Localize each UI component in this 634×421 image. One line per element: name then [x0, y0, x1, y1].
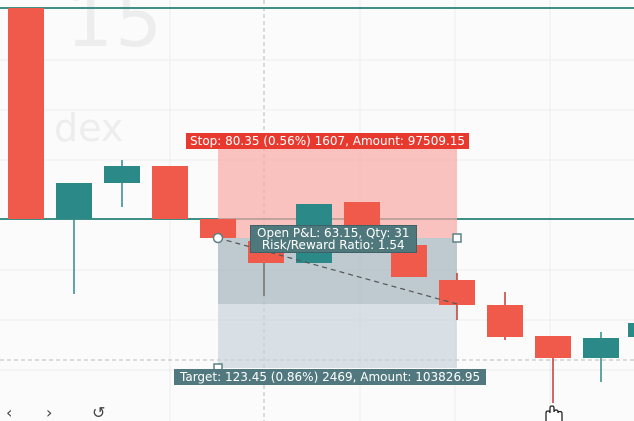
resize-handle[interactable] — [452, 233, 462, 243]
profit-zone[interactable] — [218, 304, 457, 368]
candle — [56, 183, 92, 219]
chart-canvas[interactable] — [0, 0, 634, 421]
target-label: Target: 123.45 (0.86%) 2469, Amount: 103… — [174, 369, 487, 385]
open-pnl-box: Open P&L: 63.15, Qty: 31 Risk/Reward Rat… — [250, 225, 417, 253]
candle — [8, 8, 44, 219]
scroll-forward-button[interactable]: › — [46, 405, 52, 421]
scroll-back-button[interactable]: ‹ — [6, 405, 12, 421]
hand-cursor-icon — [545, 405, 563, 421]
entry-handle[interactable] — [212, 232, 224, 244]
candle — [535, 336, 571, 358]
candle — [104, 166, 140, 183]
stop-loss-zone[interactable] — [218, 143, 457, 238]
candle — [487, 305, 523, 337]
candle — [628, 323, 634, 337]
stop-loss-label: Stop: 80.35 (0.56%) 1607, Amount: 97509.… — [186, 133, 470, 149]
candle — [583, 338, 619, 358]
reset-chart-button[interactable]: ↺ — [92, 405, 105, 421]
chart-area[interactable]: 15 dex Stop: 80.35 (0.56%) 1607, Amount:… — [0, 0, 634, 421]
candle — [439, 280, 475, 305]
risk-reward-text: Risk/Reward Ratio: 1.54 — [261, 238, 405, 252]
candle — [152, 166, 188, 219]
